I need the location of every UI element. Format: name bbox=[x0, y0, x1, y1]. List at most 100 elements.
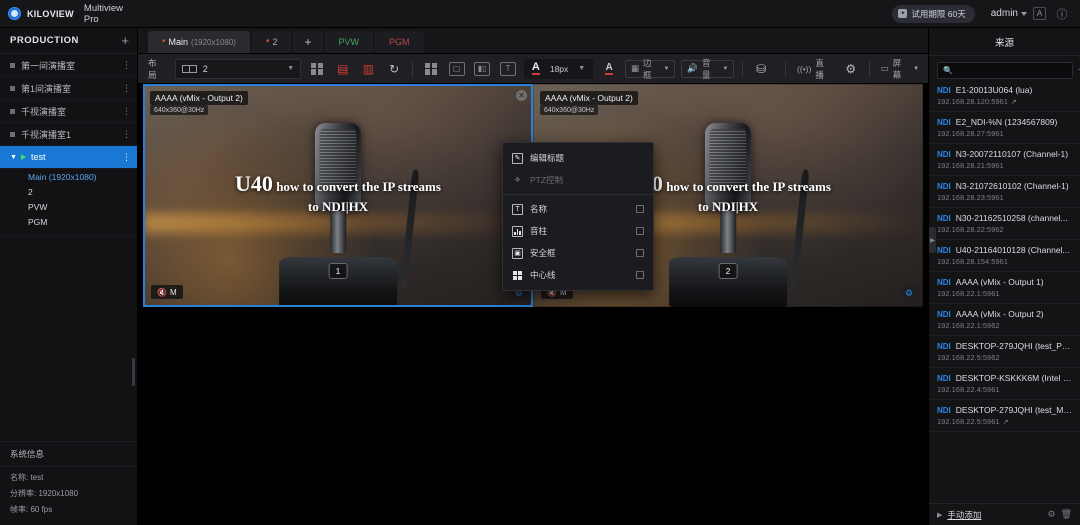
list-item[interactable]: NDI DESKTOP-279JQHI (test_Ma... 192.168.… bbox=[929, 400, 1080, 432]
border-dropdown[interactable]: ▦ 边框 ▼ bbox=[625, 60, 675, 78]
sidebar-child-2[interactable]: 2 bbox=[0, 184, 137, 199]
manual-add-delete-icon[interactable]: 🗑 bbox=[1061, 509, 1072, 520]
layout-select[interactable]: 2 ▼ bbox=[175, 59, 301, 79]
user-menu[interactable]: admin bbox=[991, 8, 1027, 19]
add-production-button[interactable]: + bbox=[121, 34, 129, 47]
volume-dropdown[interactable]: 🔊 音量 ▼ bbox=[681, 60, 734, 78]
external-link-icon[interactable]: ↗ bbox=[1011, 98, 1017, 106]
sidebar-child-pgm[interactable]: PGM bbox=[0, 214, 137, 229]
text-button[interactable]: T bbox=[498, 59, 518, 79]
ctx-center-line-toggle[interactable]: 中心线 bbox=[503, 264, 653, 286]
save-as-button[interactable]: ▥ bbox=[359, 59, 379, 79]
list-item[interactable]: NDI AAAA (vMix - Output 2) 192.168.22.1:… bbox=[929, 304, 1080, 336]
font-color-icon[interactable]: A bbox=[532, 62, 540, 75]
sidebar-item-test[interactable]: ▼ test ⋮ bbox=[0, 146, 137, 169]
grid-preset-icon bbox=[311, 63, 323, 75]
audio-meter-button[interactable]: ▮▯ bbox=[472, 59, 492, 79]
more-icon[interactable]: ⋮ bbox=[122, 84, 131, 93]
list-item[interactable]: NDI DESKTOP-KSKKK6M (Intel U... 192.168.… bbox=[929, 368, 1080, 400]
apps-grid-icon[interactable]: A bbox=[1033, 7, 1046, 20]
ctx-name-checkbox[interactable] bbox=[636, 205, 644, 213]
microphone-stem bbox=[720, 211, 736, 253]
ctx-audio-meter-checkbox[interactable] bbox=[636, 227, 644, 235]
source-address-row: 192.168.28.22:5962 bbox=[937, 225, 1072, 234]
more-icon[interactable]: ⋮ bbox=[122, 153, 131, 162]
sidebar-child-main[interactable]: Main (1920x1080) bbox=[0, 169, 137, 184]
help-icon[interactable]: ⓘ bbox=[1052, 4, 1072, 24]
source-name: AAAA (vMix - Output 2) bbox=[956, 309, 1044, 319]
tab-pvw[interactable]: PVW bbox=[325, 31, 374, 53]
list-item[interactable]: NDI N3-21072610102 (Channel-1) 192.168.2… bbox=[929, 176, 1080, 208]
screen-button[interactable]: ▭ 屏幕 ▼ bbox=[878, 57, 922, 81]
layout-preset-button[interactable] bbox=[307, 59, 327, 79]
panel-collapse-handle[interactable]: ▶ bbox=[929, 227, 936, 253]
video-tile-1[interactable]: U40 how to convert the IP streams to NDI… bbox=[143, 84, 533, 307]
canvas[interactable]: U40 how to convert the IP streams to NDI… bbox=[138, 84, 928, 525]
export-button[interactable]: ⛁ bbox=[751, 59, 771, 79]
font-controls: A 18px ▼ bbox=[524, 59, 593, 79]
tile-1-mute-label: M bbox=[170, 288, 177, 297]
toolbar-divider-2 bbox=[742, 61, 743, 77]
close-icon[interactable]: ✕ bbox=[516, 90, 527, 101]
sidebar-scrollbar[interactable] bbox=[132, 358, 135, 386]
chevron-down-icon[interactable]: ▼ bbox=[10, 154, 17, 161]
toolbar-divider-4 bbox=[869, 61, 870, 77]
microphone-cable bbox=[790, 169, 810, 288]
trial-badge[interactable]: ✦ 试用期限 60天 bbox=[892, 5, 974, 23]
source-search-box[interactable]: 🔍 bbox=[937, 62, 1073, 79]
refresh-button[interactable]: ↻ bbox=[384, 59, 404, 79]
source-row-header: NDI AAAA (vMix - Output 2) bbox=[937, 309, 1072, 319]
tile-2-settings-gear-icon[interactable]: ⚙ bbox=[902, 286, 916, 300]
live-button[interactable]: ((•)) 直播 bbox=[794, 57, 835, 81]
live-settings-button[interactable]: ⚙ bbox=[841, 59, 861, 79]
list-item[interactable]: NDI E2_NDI-%N (1234567809) 192.168.28.27… bbox=[929, 112, 1080, 144]
chevron-down-icon: ▼ bbox=[722, 66, 728, 72]
source-tag: NDI bbox=[937, 214, 951, 223]
external-link-icon[interactable]: ↗ bbox=[1003, 418, 1009, 426]
source-panel-title: 来源 bbox=[929, 28, 1080, 56]
text-color-button[interactable]: A bbox=[599, 59, 619, 79]
font-size-value[interactable]: 18px bbox=[550, 64, 568, 74]
list-item[interactable]: NDI N30-21162510258 (channel... 192.168.… bbox=[929, 208, 1080, 240]
more-icon[interactable]: ⋮ bbox=[122, 130, 131, 139]
overlay-button[interactable]: ▢ bbox=[447, 59, 467, 79]
sidebar-item-studio-4[interactable]: 千视演播室1 ⋮ bbox=[0, 123, 137, 146]
ctx-center-line-checkbox[interactable] bbox=[636, 271, 644, 279]
ctx-safe-area-toggle[interactable]: ▣ 安全框 bbox=[503, 242, 653, 264]
source-address-row: 192.168.28.120:5961 ↗ bbox=[937, 97, 1072, 106]
chevron-down-icon[interactable]: ▼ bbox=[578, 65, 585, 72]
edit-icon: ✎ bbox=[512, 153, 523, 164]
ctx-name-toggle[interactable]: T 名称 bbox=[503, 198, 653, 220]
list-item[interactable]: NDI N3-20072110107 (Channel-1) 192.168.2… bbox=[929, 144, 1080, 176]
system-info-panel: 系统信息 名称: test 分辨率: 1920x1080 帧率: 60 fps bbox=[0, 441, 137, 525]
tab-pgm[interactable]: PGM bbox=[375, 31, 424, 53]
search-input[interactable] bbox=[957, 66, 1067, 75]
sidebar-item-studio-1[interactable]: 第一间演播室 ⋮ bbox=[0, 54, 137, 77]
ctx-edit-title[interactable]: ✎ 编辑标题 bbox=[503, 147, 653, 169]
ctx-audio-meter-toggle[interactable]: 音柱 bbox=[503, 220, 653, 242]
tab-2[interactable]: • 2 bbox=[252, 31, 292, 53]
split-layout-button[interactable] bbox=[421, 59, 441, 79]
sidebar-item-studio-2[interactable]: 第1间演播室 ⋮ bbox=[0, 77, 137, 100]
list-item[interactable]: NDI AAAA (vMix - Output 1) 192.168.22.1:… bbox=[929, 272, 1080, 304]
add-tab-button[interactable]: + bbox=[293, 31, 322, 53]
source-list[interactable]: NDI E1-20013U064 (lua) 192.168.28.120:59… bbox=[929, 85, 1080, 503]
list-item[interactable]: NDI E1-20013U064 (lua) 192.168.28.120:59… bbox=[929, 85, 1080, 112]
manual-add-settings-icon[interactable]: ⚙ bbox=[1047, 509, 1055, 520]
sidebar-child-pvw[interactable]: PVW bbox=[0, 199, 137, 214]
more-icon[interactable]: ⋮ bbox=[122, 61, 131, 70]
kiloview-logo-icon bbox=[8, 7, 21, 20]
brand: KILOVIEW Multiview Pro bbox=[0, 3, 140, 25]
tile-context-menu[interactable]: ✎ 编辑标题 ✥ PTZ控制 T 名称 bbox=[502, 142, 654, 291]
tab-main[interactable]: • Main (1920x1080) bbox=[148, 31, 250, 53]
save-button[interactable]: ▤ bbox=[333, 59, 353, 79]
manual-add-footer[interactable]: ▶ 手动添加 ⚙ 🗑 bbox=[929, 503, 1080, 525]
sidebar-item-studio-3[interactable]: 千视演播室 ⋮ bbox=[0, 100, 137, 123]
chevron-down-icon: ▼ bbox=[663, 66, 669, 72]
list-item[interactable]: NDI U40-21164010128 (Channel... 192.168.… bbox=[929, 240, 1080, 272]
toolbar-divider-3 bbox=[785, 61, 786, 77]
tile-1-mute-badge[interactable]: 🔇 M bbox=[151, 285, 183, 299]
ctx-safe-area-checkbox[interactable] bbox=[636, 249, 644, 257]
more-icon[interactable]: ⋮ bbox=[122, 107, 131, 116]
list-item[interactable]: NDI DESKTOP-279JQHI (test_PG... 192.168.… bbox=[929, 336, 1080, 368]
